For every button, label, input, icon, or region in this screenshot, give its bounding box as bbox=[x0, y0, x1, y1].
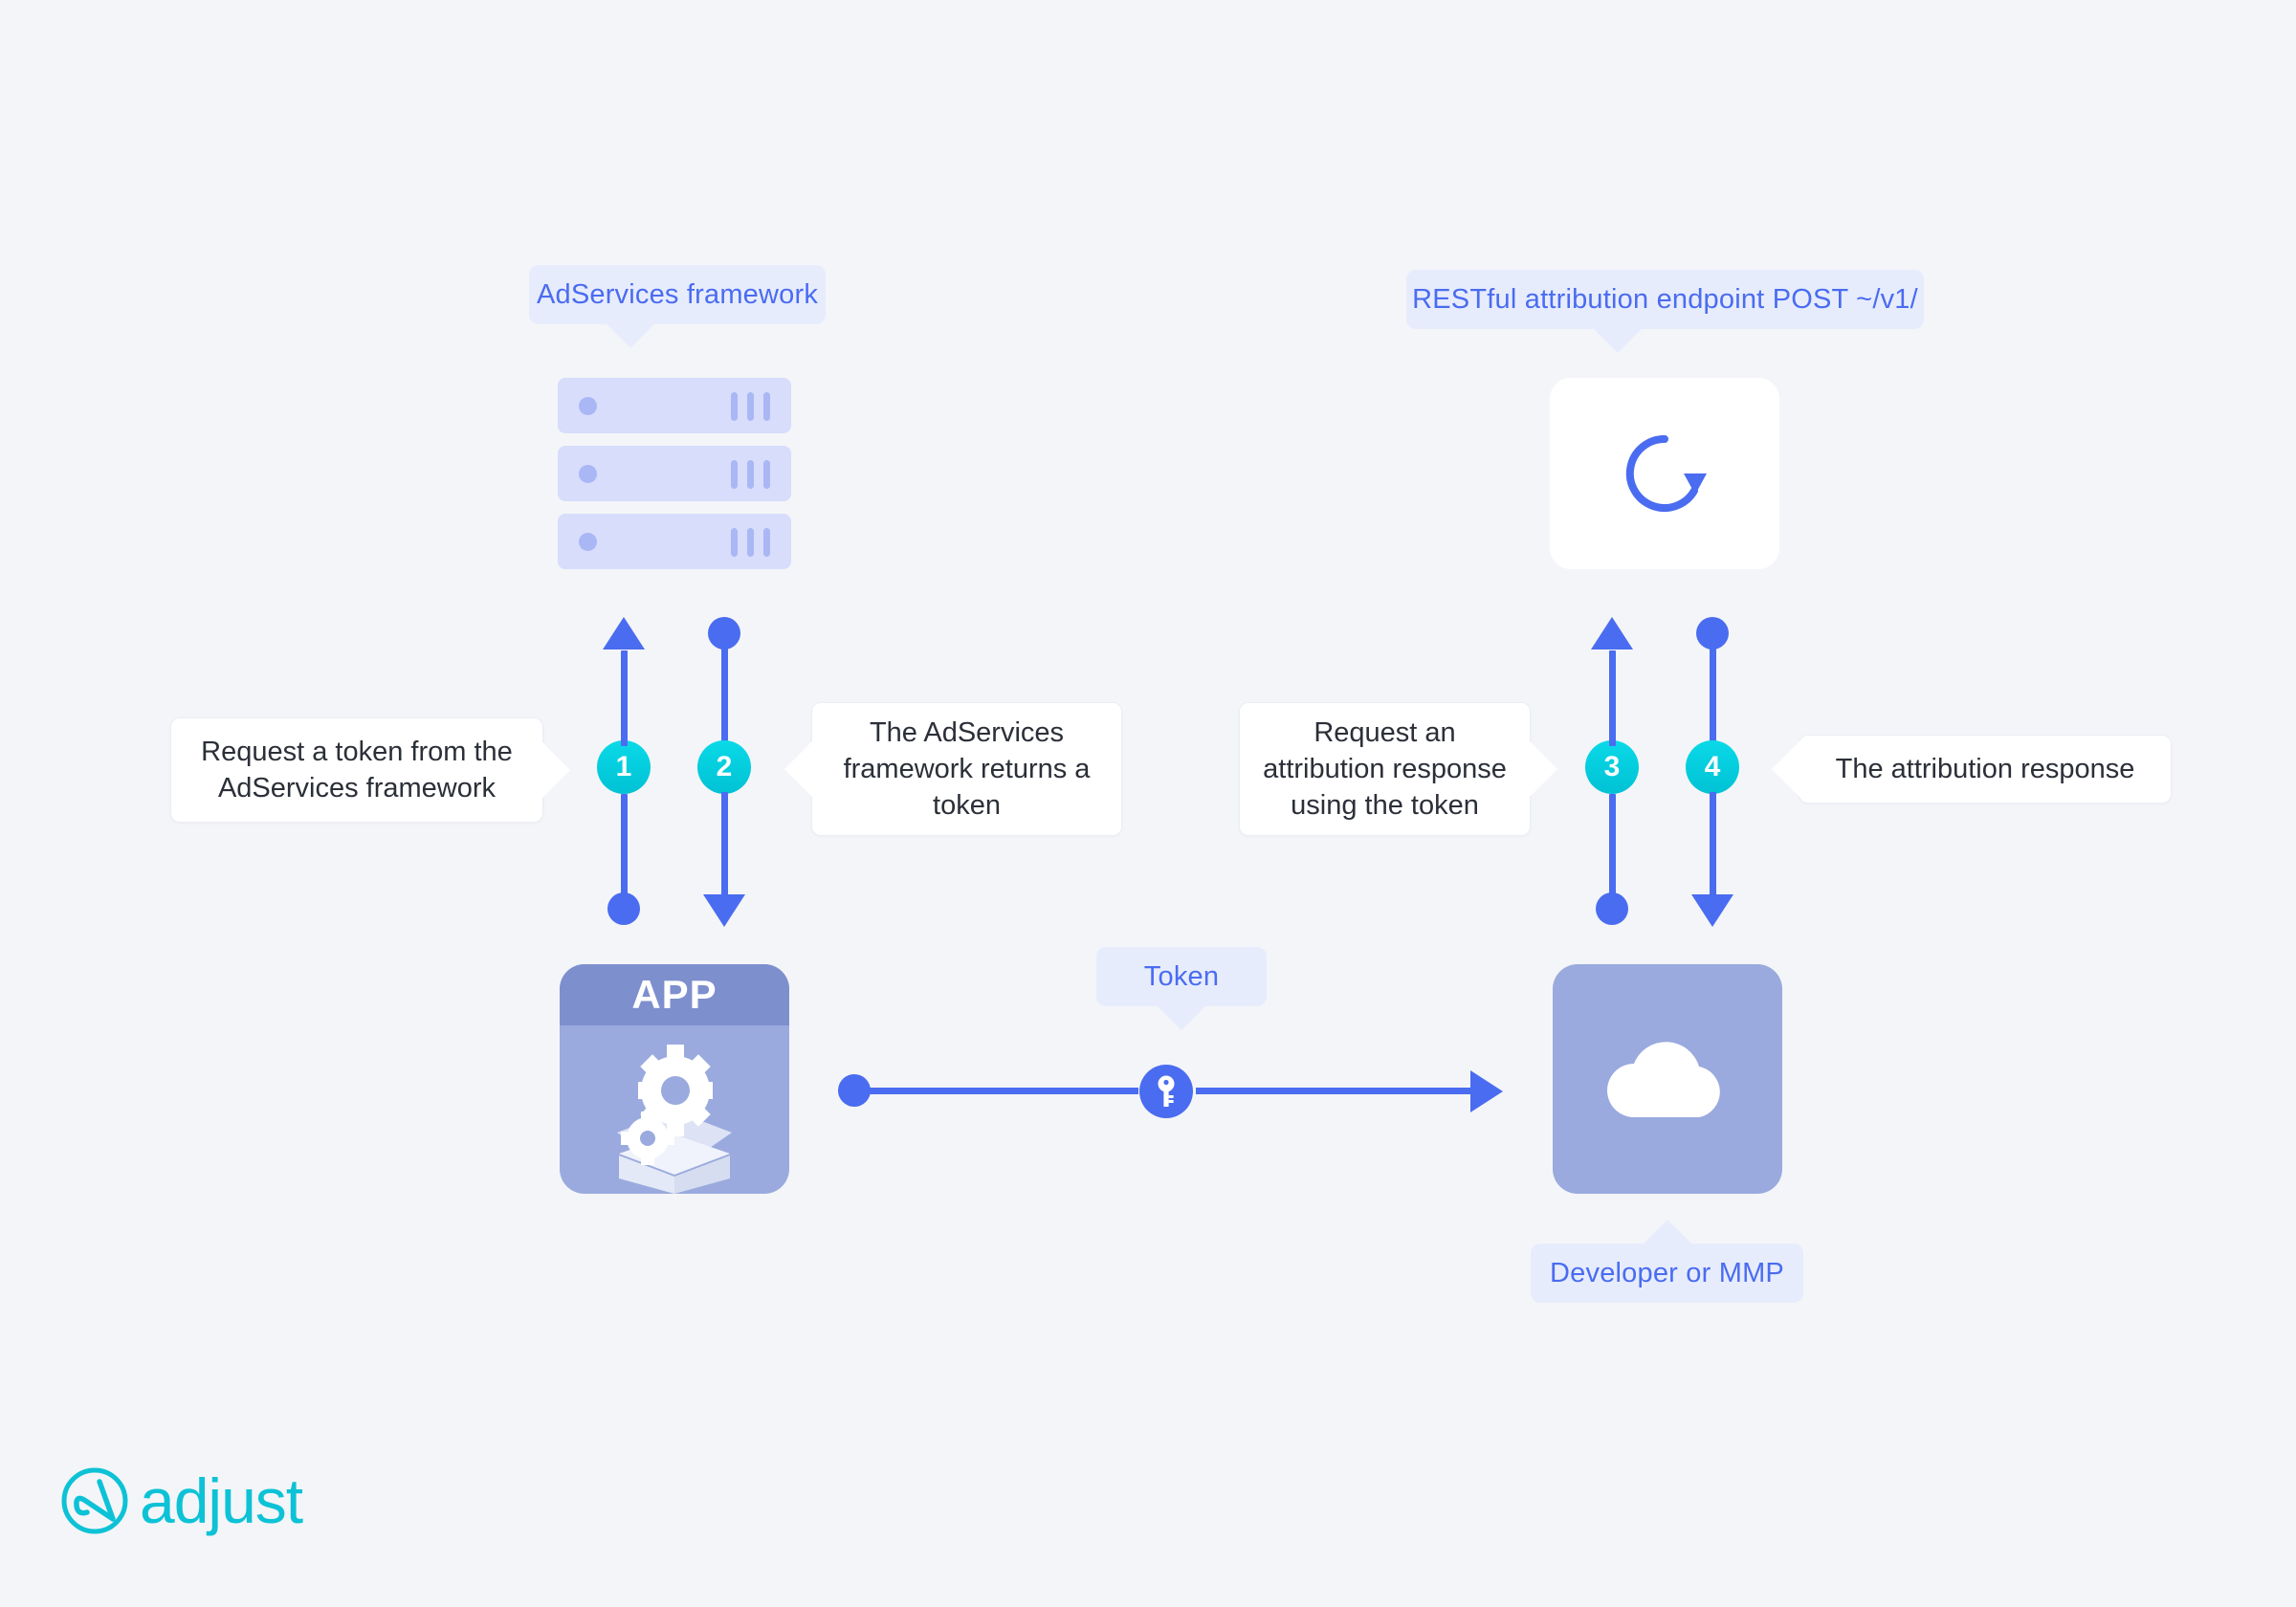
callout-step-4-text: The attribution response bbox=[1835, 753, 2135, 784]
step-badge-4: 4 bbox=[1686, 740, 1739, 794]
key-icon bbox=[1158, 1075, 1175, 1107]
step-badge-2-number: 2 bbox=[716, 751, 733, 782]
token-arrow-line-right bbox=[1196, 1088, 1473, 1094]
callout-beak-right-icon bbox=[1529, 740, 1557, 798]
callout-step-1: Request a token from the AdServices fram… bbox=[170, 717, 572, 823]
step-badge-3-number: 3 bbox=[1603, 751, 1621, 782]
key-node bbox=[1139, 1065, 1193, 1118]
server-status-dot-icon bbox=[579, 533, 597, 551]
step-badge-3: 3 bbox=[1585, 740, 1639, 794]
server-status-dot-icon bbox=[579, 465, 597, 483]
diagram-canvas: AdServices framework RESTful attribution… bbox=[0, 0, 2296, 1607]
arrow-4-head-icon bbox=[1691, 894, 1733, 927]
adjust-logo-icon bbox=[61, 1467, 128, 1534]
step-badge-4-number: 4 bbox=[1704, 751, 1721, 782]
server-vent-lines-icon bbox=[731, 392, 770, 421]
arrow-1-line-lower bbox=[621, 794, 628, 904]
callout-beak-right-icon bbox=[541, 741, 570, 799]
app-tile: APP bbox=[560, 964, 789, 1194]
tip-notch-down-icon bbox=[1593, 328, 1643, 353]
token-arrow-head-icon bbox=[1470, 1070, 1503, 1112]
tip-developer-or-mmp: Developer or MMP bbox=[1531, 1220, 1803, 1303]
adjust-logo: adjust bbox=[59, 1465, 303, 1536]
tip-notch-down-icon bbox=[606, 323, 655, 348]
step-badge-2: 2 bbox=[697, 740, 751, 794]
adjust-wordmark: adjust bbox=[140, 1465, 303, 1536]
callout-step-4: The attribution response bbox=[1770, 735, 2172, 804]
gear-in-box-icon bbox=[617, 1045, 732, 1194]
server-status-dot-icon bbox=[579, 397, 597, 415]
step-badge-1-number: 1 bbox=[615, 751, 632, 782]
arrow-2-line-upper bbox=[721, 643, 728, 748]
arrow-3-line-lower bbox=[1609, 794, 1616, 904]
callout-step-2: The AdServices framework returns a token bbox=[783, 702, 1122, 836]
tip-notch-up-icon bbox=[1643, 1220, 1692, 1244]
api-endpoint-card bbox=[1550, 378, 1779, 569]
server-rack-row bbox=[558, 514, 791, 569]
tip-developer-or-mmp-label: Developer or MMP bbox=[1550, 1257, 1784, 1288]
tip-restful-endpoint: RESTful attribution endpoint POST ~/v1/ bbox=[1406, 270, 1924, 353]
callout-step-3: Request an attribution response using th… bbox=[1239, 702, 1559, 836]
tip-notch-down-icon bbox=[1157, 1005, 1206, 1030]
app-tile-body bbox=[560, 1025, 789, 1194]
callout-beak-left-icon bbox=[1772, 740, 1800, 798]
server-rack-row bbox=[558, 446, 791, 501]
server-rack-icon bbox=[558, 378, 791, 569]
callout-beak-left-icon bbox=[784, 740, 813, 798]
arrow-1-head-icon bbox=[603, 617, 645, 649]
tip-adservices-framework-label: AdServices framework bbox=[536, 278, 819, 310]
app-tile-header: APP bbox=[560, 964, 789, 1025]
callout-step-1-text: Request a token from the AdServices fram… bbox=[201, 736, 513, 804]
arrow-3-line-upper bbox=[1609, 650, 1616, 746]
callout-step-2-text: The AdServices framework returns a token bbox=[843, 716, 1091, 822]
arrow-1-line-upper bbox=[621, 650, 628, 746]
arrow-2-head-icon bbox=[703, 894, 745, 927]
callout-step-3-text: Request an attribution response using th… bbox=[1263, 716, 1507, 822]
step-badge-1: 1 bbox=[597, 740, 651, 794]
arrow-2-line-lower bbox=[721, 792, 728, 897]
refresh-arrow-icon bbox=[1625, 434, 1707, 512]
tip-token-label: Token bbox=[1143, 960, 1220, 992]
tip-token: Token bbox=[1096, 947, 1267, 1030]
tip-adservices-framework: AdServices framework bbox=[529, 265, 826, 348]
cloud-icon bbox=[1607, 1042, 1720, 1117]
arrow-4-line-upper bbox=[1710, 643, 1716, 748]
tip-restful-endpoint-label: RESTful attribution endpoint POST ~/v1/ bbox=[1412, 283, 1918, 315]
server-rack-row bbox=[558, 378, 791, 433]
server-vent-lines-icon bbox=[731, 528, 770, 557]
arrow-4-line-lower bbox=[1710, 792, 1716, 897]
arrow-3-head-icon bbox=[1591, 617, 1633, 649]
server-vent-lines-icon bbox=[731, 460, 770, 489]
cloud-tile bbox=[1553, 964, 1782, 1194]
token-arrow-line-left bbox=[861, 1088, 1138, 1094]
app-tile-label: APP bbox=[631, 972, 718, 1017]
